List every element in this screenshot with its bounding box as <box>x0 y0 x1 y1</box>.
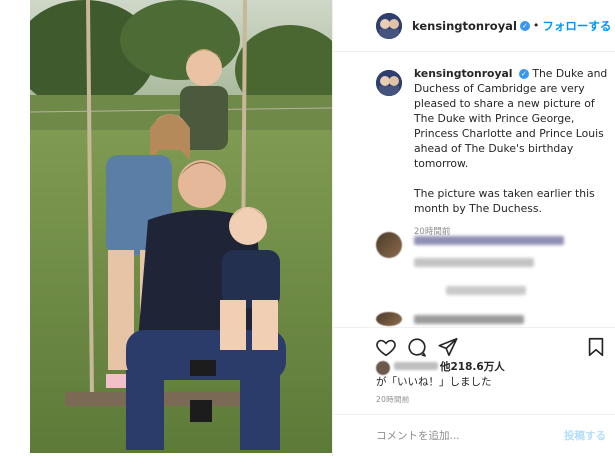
post-side-panel: kensingtonroyal ✓ • フォローする kensingtonroy… <box>332 0 615 456</box>
blurred-comment-text <box>446 286 526 295</box>
comment-input[interactable] <box>376 429 564 442</box>
likes-suffix: が「いいね！」しました <box>376 376 492 388</box>
caption-username[interactable]: kensingtonroyal <box>414 67 512 80</box>
caption-author-avatar[interactable] <box>376 70 402 96</box>
post-photo[interactable] <box>30 0 332 453</box>
author-username[interactable]: kensingtonroyal <box>412 19 517 33</box>
comment-icon[interactable] <box>406 336 428 358</box>
post-timestamp[interactable]: 20時間前 <box>376 394 410 405</box>
likes-line: 他218.6万人 <box>376 360 608 374</box>
follow-button[interactable]: フォローする <box>542 18 611 34</box>
caption-body: kensingtonroyal ✓ The Duke and Duchess o… <box>414 66 608 216</box>
separator-dot: • <box>532 19 540 32</box>
post-header: kensingtonroyal ✓ • フォローする <box>333 0 615 52</box>
post-comment-button[interactable]: 投稿する <box>564 428 606 443</box>
bookmark-icon[interactable] <box>585 336 607 358</box>
author-avatar[interactable] <box>376 12 402 39</box>
commenter-avatar[interactable] <box>376 312 402 326</box>
avatar-image <box>376 12 402 39</box>
likes-summary: 他218.6万人 が「いいね！」しました <box>376 360 608 389</box>
avatar-image <box>376 70 402 96</box>
caption-text: The Duke and Duchess of Cambridge are ve… <box>414 67 608 170</box>
heart-icon[interactable] <box>375 336 397 358</box>
post-actions-bar <box>333 327 615 363</box>
verified-badge-icon: ✓ <box>518 69 529 79</box>
instagram-post: kensingtonroyal ✓ • フォローする kensingtonroy… <box>0 0 615 456</box>
blurred-comment-text <box>414 236 564 245</box>
photo-illustration <box>30 0 332 453</box>
blurred-liker-name <box>394 362 438 370</box>
share-icon[interactable] <box>437 336 459 358</box>
verified-badge-icon: ✓ <box>519 20 530 31</box>
commenter-avatar[interactable] <box>376 232 402 258</box>
post-caption: kensingtonroyal ✓ The Duke and Duchess o… <box>376 66 608 237</box>
blurred-comment-text <box>414 315 524 324</box>
comment-form: 投稿する <box>333 414 615 456</box>
liker-avatar[interactable] <box>376 361 390 375</box>
likes-count[interactable]: 他218.6万人 <box>440 361 505 373</box>
blurred-comment-text <box>414 258 534 267</box>
caption-text-2: The picture was taken earlier this month… <box>414 187 595 215</box>
